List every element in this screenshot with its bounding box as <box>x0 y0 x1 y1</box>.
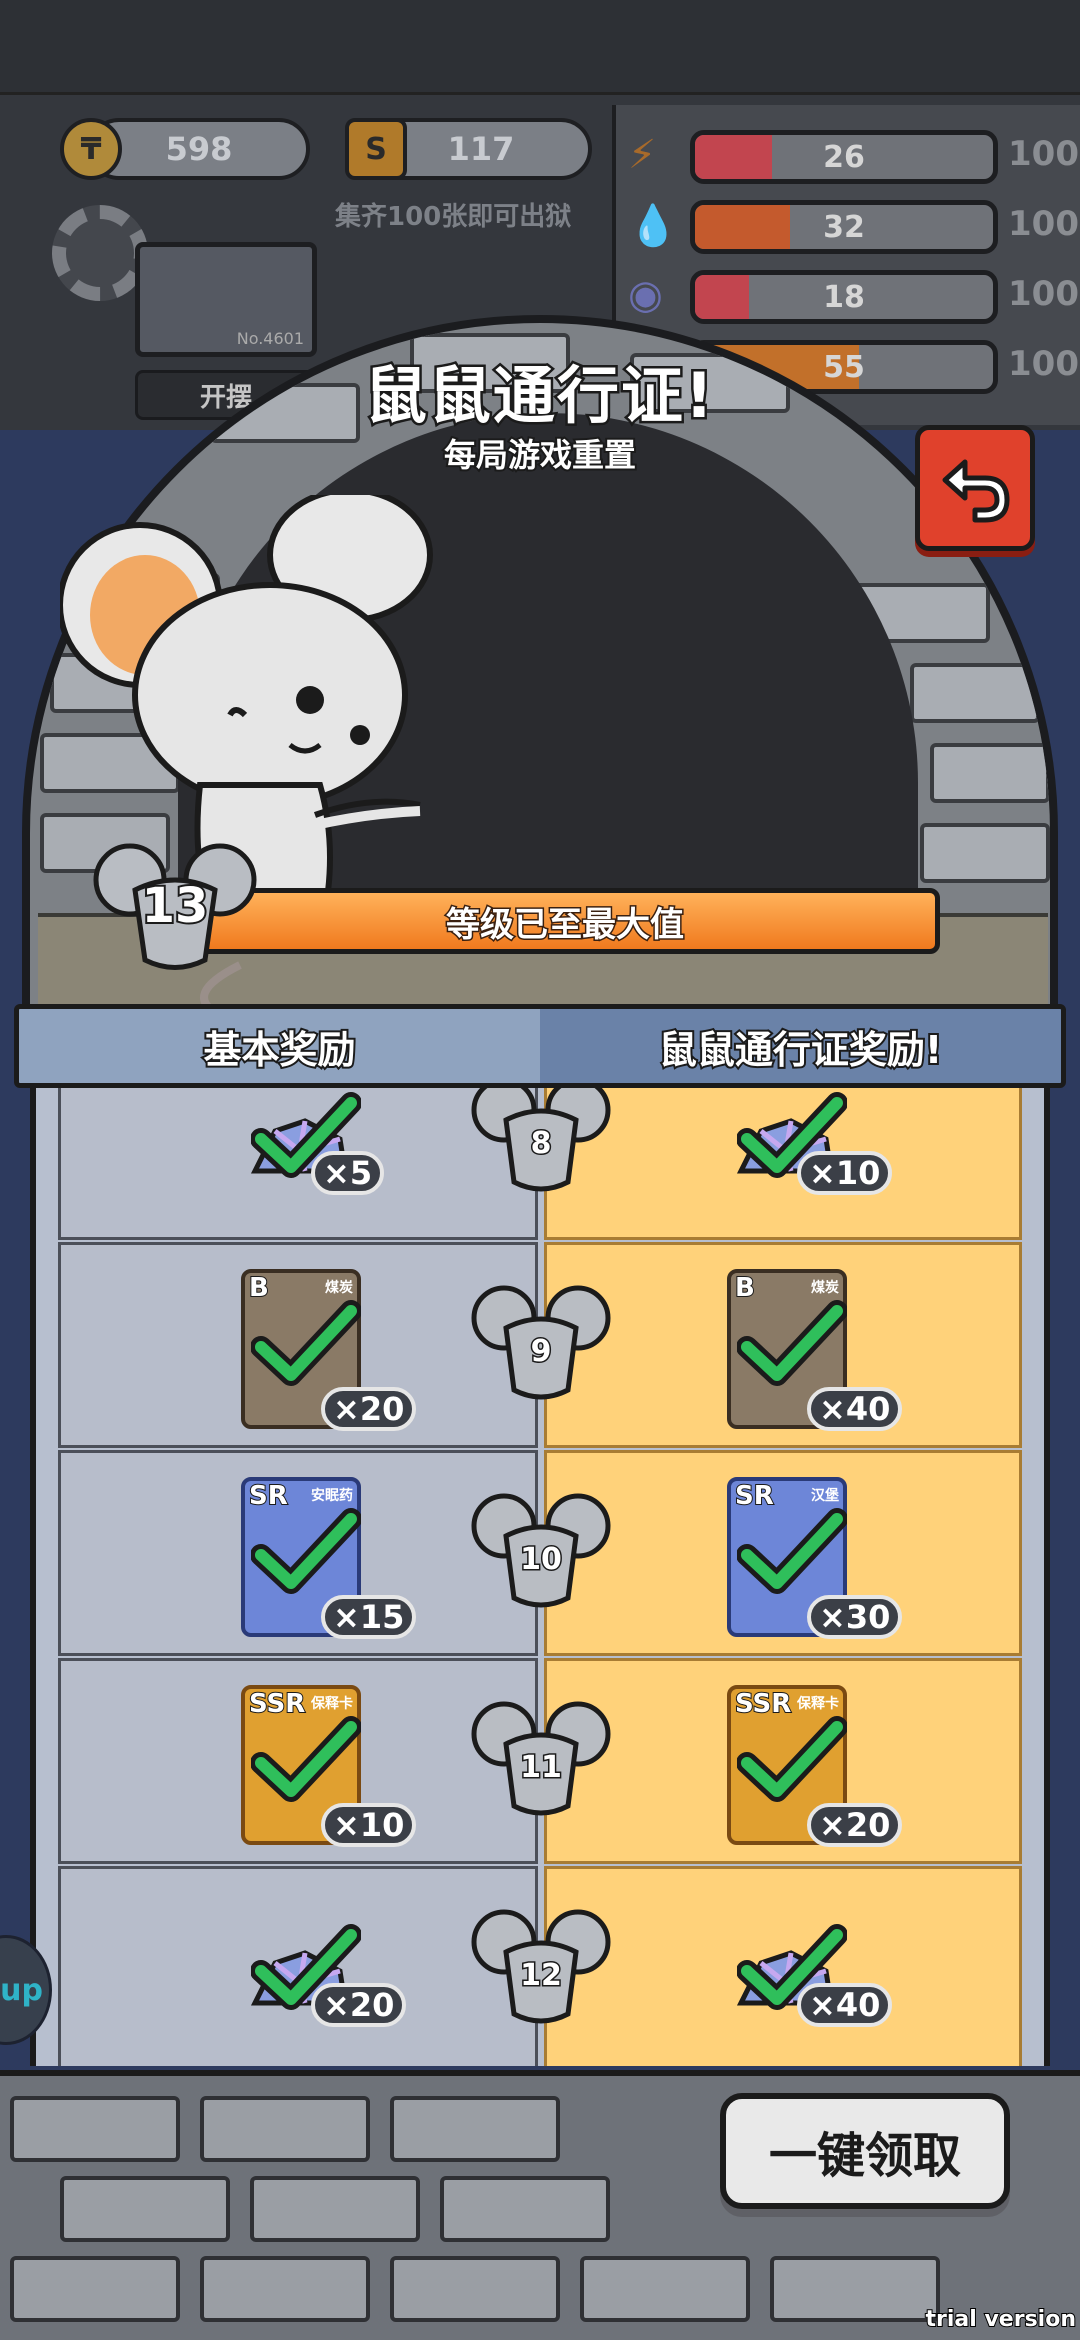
pass-title: 鼠鼠通行证! <box>362 357 716 435</box>
back-button[interactable] <box>915 425 1035 551</box>
arch-brick <box>930 743 1050 803</box>
top-strip <box>0 0 1080 95</box>
claim-all-button[interactable]: 一键领取 <box>720 2093 1010 2209</box>
coin-icon: ₸ <box>60 118 122 180</box>
coin-value: 598 <box>165 130 233 168</box>
stat-value: 32 <box>823 209 865 245</box>
wall-brick <box>770 2256 940 2322</box>
wall-brick <box>580 2256 750 2322</box>
stat-value: 18 <box>823 279 865 315</box>
reward-tabs: 基本奖励 鼠鼠通行证奖励! <box>14 1004 1066 1088</box>
reward-item[interactable]: ×5 <box>231 1088 385 1221</box>
stat-max: 100 <box>1008 274 1079 314</box>
claimed-check-icon <box>736 1715 848 1805</box>
shard-icon: S <box>345 118 407 180</box>
claimed-check-icon <box>736 1299 848 1389</box>
stat-bar: 26 <box>690 130 998 184</box>
reward-item[interactable]: ×10 <box>717 1088 893 1221</box>
reward-item[interactable]: ×40 <box>717 1883 893 2053</box>
tab-basic-rewards[interactable]: 基本奖励 <box>19 1009 540 1083</box>
level-progress-bar: 等级已至最大值 <box>190 888 940 954</box>
current-level: 13 <box>140 876 211 936</box>
player-avatar[interactable]: No.4601 <box>135 242 317 357</box>
stat-bar: 18 <box>690 270 998 324</box>
arch-brick <box>910 663 1040 723</box>
wall-brick <box>60 2176 230 2242</box>
reward-row: ×5 ×10 8 <box>36 1088 1044 1240</box>
level-number: 11 <box>519 1749 564 1787</box>
reward-item[interactable]: ×20 <box>231 1883 407 2053</box>
wall-brick <box>440 2176 610 2242</box>
reward-item[interactable]: SR 安眠药 ×15 <box>231 1467 417 1639</box>
settings-gear-icon[interactable] <box>52 205 148 301</box>
wall-brick <box>200 2256 370 2322</box>
level-number: 8 <box>529 1125 553 1163</box>
level-node: 12 <box>466 1894 616 2044</box>
back-arrow-icon <box>942 459 1010 523</box>
water-drop-icon: 💧 <box>628 203 678 249</box>
lightning-icon: ⚡ <box>628 132 657 178</box>
card-name: 保释卡 <box>797 1696 839 1712</box>
level-number: 9 <box>529 1333 553 1371</box>
reward-item[interactable]: SSR 保释卡 ×20 <box>717 1675 903 1847</box>
wall-brick <box>250 2176 420 2242</box>
reward-quantity: ×5 <box>311 1151 385 1195</box>
card-name: 煤炭 <box>811 1280 839 1296</box>
level-node: 11 <box>466 1686 616 1836</box>
stat-max: 100 <box>1008 204 1079 244</box>
claimed-check-icon <box>250 1507 362 1597</box>
level-status: 等级已至最大值 <box>445 903 686 946</box>
reward-list[interactable]: ×5 ×10 8 B 煤炭 ×20 B 煤炭 ×40 9 SR 安眠药 ×15 SR 汉堡 ×30 10 SSR 保… <box>30 1088 1050 2066</box>
reward-row: SSR 保释卡 ×10 SSR 保释卡 ×20 11 <box>36 1658 1044 1864</box>
arch-brick <box>920 823 1050 883</box>
claimed-check-icon <box>250 1299 362 1389</box>
reward-row: ×20 ×40 12 <box>36 1866 1044 2066</box>
claimed-check-icon <box>250 1715 362 1805</box>
reward-item[interactable]: SSR 保释卡 ×10 <box>231 1675 417 1847</box>
reward-quantity: ×30 <box>807 1595 903 1639</box>
level-node: 8 <box>466 1088 616 1212</box>
game-screen: 598 ₸ 117 S 集齐100张即可出狱 No.4601 开摆 ⚡26100… <box>0 0 1080 2340</box>
reward-quantity: ×10 <box>797 1151 893 1195</box>
reward-quantity: ×20 <box>321 1387 417 1431</box>
stat-bar: 32 <box>690 200 998 254</box>
collect-hint: 集齐100张即可出狱 <box>335 202 572 232</box>
wall-brick <box>10 2256 180 2322</box>
reward-quantity: ×40 <box>797 1983 893 2027</box>
card-name: 汉堡 <box>811 1488 839 1504</box>
tab-pass-rewards[interactable]: 鼠鼠通行证奖励! <box>540 1009 1061 1083</box>
reward-row: B 煤炭 ×20 B 煤炭 ×40 9 <box>36 1242 1044 1448</box>
reward-row: SR 安眠药 ×15 SR 汉堡 ×30 10 <box>36 1450 1044 1656</box>
level-node: 9 <box>466 1270 616 1420</box>
level-badge: 13 <box>90 830 260 980</box>
brain-icon: ◉ <box>628 272 663 318</box>
card-name: 保释卡 <box>311 1696 353 1712</box>
stat-value: 26 <box>823 139 865 175</box>
level-node: 10 <box>466 1478 616 1628</box>
reward-quantity: ×20 <box>807 1803 903 1847</box>
reward-item[interactable]: SR 汉堡 ×30 <box>717 1467 903 1639</box>
level-number: 12 <box>519 1957 564 1995</box>
reward-item[interactable]: B 煤炭 ×40 <box>717 1259 903 1431</box>
claimed-check-icon <box>736 1507 848 1597</box>
reward-quantity: ×15 <box>321 1595 417 1639</box>
wall-brick <box>390 2096 560 2162</box>
reward-quantity: ×40 <box>807 1387 903 1431</box>
card-name: 煤炭 <box>325 1280 353 1296</box>
shard-value: 117 <box>447 130 515 168</box>
wall-brick <box>200 2096 370 2162</box>
wall-brick <box>10 2096 180 2162</box>
stat-max: 100 <box>1008 134 1079 174</box>
reward-item[interactable]: B 煤炭 ×20 <box>231 1259 417 1431</box>
trial-watermark: trial version <box>925 2306 1077 2333</box>
reward-quantity: ×20 <box>311 1983 407 2027</box>
card-name: 安眠药 <box>311 1488 353 1504</box>
level-number: 10 <box>519 1541 564 1579</box>
wall-brick <box>390 2256 560 2322</box>
reward-quantity: ×10 <box>321 1803 417 1847</box>
